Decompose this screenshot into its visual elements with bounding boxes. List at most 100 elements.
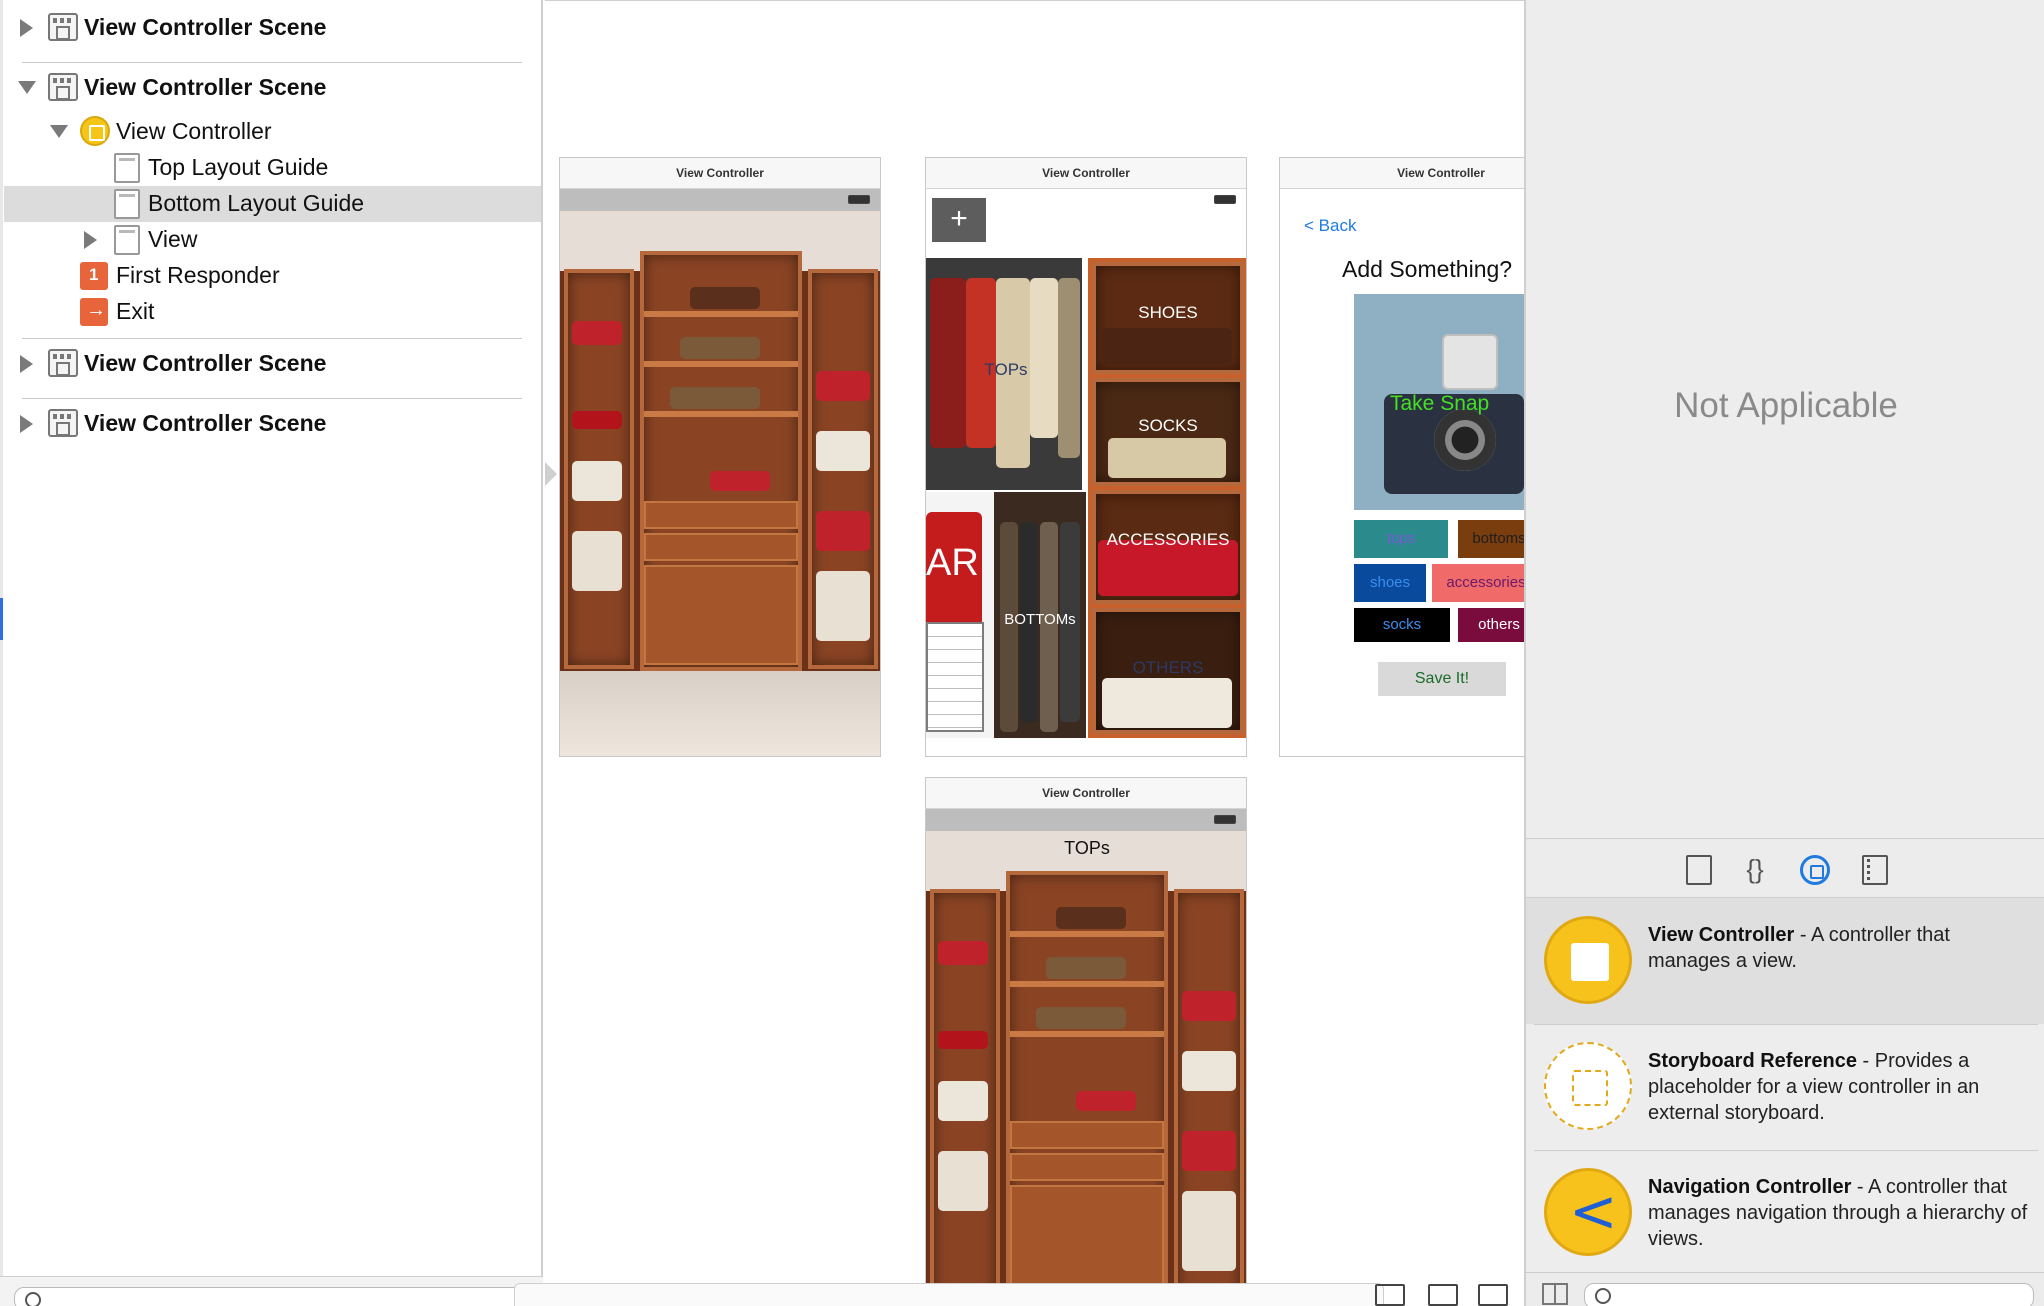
add-button[interactable]: +	[932, 198, 986, 242]
box	[690, 287, 760, 309]
calendar-text: AR	[926, 542, 979, 584]
basket	[1036, 1007, 1126, 1029]
grid-view-icon[interactable]	[1542, 1283, 1568, 1305]
outline-scene-2[interactable]: View Controller Scene	[4, 70, 541, 106]
shelf	[1010, 981, 1164, 987]
shelf	[1010, 1031, 1164, 1037]
tag-socks-button[interactable]: socks	[1354, 608, 1450, 642]
scene-3-add-item[interactable]: View Controller < Back Add Something? Ta…	[1279, 157, 1524, 757]
outline-filter-field[interactable]	[14, 1287, 532, 1306]
disclosure-down-icon[interactable]	[18, 81, 36, 94]
save-button[interactable]: Save It!	[1378, 662, 1506, 696]
basket	[1046, 957, 1126, 979]
view-label: View	[148, 226, 198, 252]
library-filter-field[interactable]	[1584, 1283, 2034, 1306]
folded-clothes	[816, 571, 870, 641]
disclosure-right-icon[interactable]	[84, 231, 97, 249]
outline-view[interactable]: View	[4, 222, 541, 258]
view-icon	[114, 225, 140, 255]
segue-arrow-icon	[545, 462, 557, 486]
outline-left-edge	[0, 0, 3, 1306]
outline-exit[interactable]: Exit	[4, 294, 541, 330]
closet-background-image	[926, 831, 1246, 1305]
canvas-scroll-bar[interactable]	[514, 1283, 1384, 1306]
drawer	[644, 533, 798, 561]
scene-title: View Controller	[926, 778, 1246, 809]
library-item-name: Storyboard Reference	[1648, 1050, 1857, 1072]
camera-flash	[1442, 334, 1498, 390]
library-item-navigation-controller[interactable]: Navigation Controller - A controller tha…	[1526, 1150, 2044, 1276]
drawer	[1010, 1153, 1164, 1181]
scene-2-view-controller[interactable]: View Controller + TOPs SHOES SOCKS ACCES…	[925, 157, 1247, 757]
tag-tops-button[interactable]: tops	[1354, 520, 1448, 558]
calendar-grid	[926, 622, 984, 732]
disclosure-right-icon[interactable]	[20, 19, 33, 37]
tops-button[interactable]: TOPs	[966, 360, 1046, 380]
accessories-button[interactable]: ACCESSORIES	[1088, 530, 1246, 550]
media-library-icon[interactable]	[1862, 855, 1888, 885]
top-layout-guide-label: Top Layout Guide	[148, 154, 329, 180]
outline-scene-1[interactable]: View Controller Scene	[4, 10, 541, 46]
cabinet-door	[644, 565, 798, 665]
exit-icon	[80, 298, 108, 326]
exit-label: Exit	[116, 298, 155, 324]
outline-view-controller[interactable]: View Controller	[4, 114, 541, 150]
back-button[interactable]: < Back	[1304, 216, 1356, 236]
folded-clothes	[816, 431, 870, 471]
file-template-icon[interactable]	[1686, 855, 1712, 885]
floor	[560, 671, 880, 756]
scene-label: View Controller Scene	[84, 350, 327, 376]
tag-others-button[interactable]: others	[1458, 608, 1524, 642]
code-snippet-icon[interactable]: {}	[1742, 855, 1768, 885]
camera-lens	[1434, 409, 1496, 471]
tag-bottoms-button[interactable]: bottoms	[1458, 520, 1524, 558]
folded-clothes	[572, 531, 622, 591]
library-item-description: Storyboard Reference - Provides a placeh…	[1648, 1048, 2028, 1126]
socks-button[interactable]: SOCKS	[1088, 416, 1246, 436]
align-icon[interactable]	[1375, 1284, 1405, 1306]
disclosure-right-icon[interactable]	[20, 415, 33, 433]
folded-clothes	[1182, 1191, 1236, 1271]
scene-1-view-controller[interactable]: View Controller	[559, 157, 881, 757]
shoes-button[interactable]: SHOES	[1088, 303, 1246, 323]
resolve-icon[interactable]	[1478, 1284, 1508, 1306]
calendar-image: AR	[926, 492, 994, 738]
outline-bottom-layout-guide[interactable]: Bottom Layout Guide	[4, 186, 541, 222]
document-outline: View Controller Scene View Controller Sc…	[0, 0, 543, 1306]
shelf	[644, 361, 798, 367]
disclosure-right-icon[interactable]	[20, 355, 33, 373]
bottoms-button[interactable]: BOTTOMs	[994, 611, 1086, 628]
others-button[interactable]: OTHERS	[1088, 658, 1246, 678]
outline-scene-4[interactable]: View Controller Scene	[4, 406, 541, 442]
basket	[680, 337, 760, 359]
xcode-storyboard-window: View Controller Scene View Controller Sc…	[0, 0, 2044, 1306]
jacket	[1030, 278, 1058, 438]
outline-scene-3[interactable]: View Controller Scene	[4, 346, 541, 382]
drawer	[644, 501, 798, 529]
basket	[670, 387, 760, 409]
scene-title: View Controller	[560, 158, 880, 189]
folded-clothes	[1182, 991, 1236, 1021]
battery-icon	[1214, 815, 1236, 824]
library-item-storyboard-reference[interactable]: Storyboard Reference - Provides a placeh…	[1526, 1024, 2044, 1150]
take-snap-button[interactable]: Take Snap	[1390, 392, 1489, 416]
storyboard-canvas[interactable]: View Controller View Controller + TOPs S…	[545, 0, 1524, 1306]
outline-first-responder[interactable]: First Responder	[4, 258, 541, 294]
pin-icon[interactable]	[1428, 1284, 1458, 1306]
tag-shoes-button[interactable]: shoes	[1354, 564, 1426, 602]
scene-4-tops[interactable]: View Controller TOPs	[925, 777, 1247, 1306]
folded-clothes	[938, 1031, 988, 1049]
layout-guide-icon	[114, 189, 140, 219]
object-library-icon[interactable]	[1800, 855, 1830, 885]
add-something-title: Add Something?	[1342, 256, 1513, 282]
scene-title: View Controller	[926, 158, 1246, 189]
folded-clothes	[1182, 1131, 1236, 1171]
tag-accessories-button[interactable]: accessories	[1432, 564, 1524, 602]
folded-clothes	[816, 511, 870, 551]
disclosure-down-icon[interactable]	[50, 125, 68, 138]
outline-top-layout-guide[interactable]: Top Layout Guide	[4, 150, 541, 186]
library-item-description: View Controller - A controller that mana…	[1648, 922, 2028, 974]
outline-focus-marker	[0, 598, 3, 640]
first-responder-label: First Responder	[116, 262, 280, 288]
library-item-view-controller[interactable]: View Controller - A controller that mana…	[1526, 898, 2044, 1024]
